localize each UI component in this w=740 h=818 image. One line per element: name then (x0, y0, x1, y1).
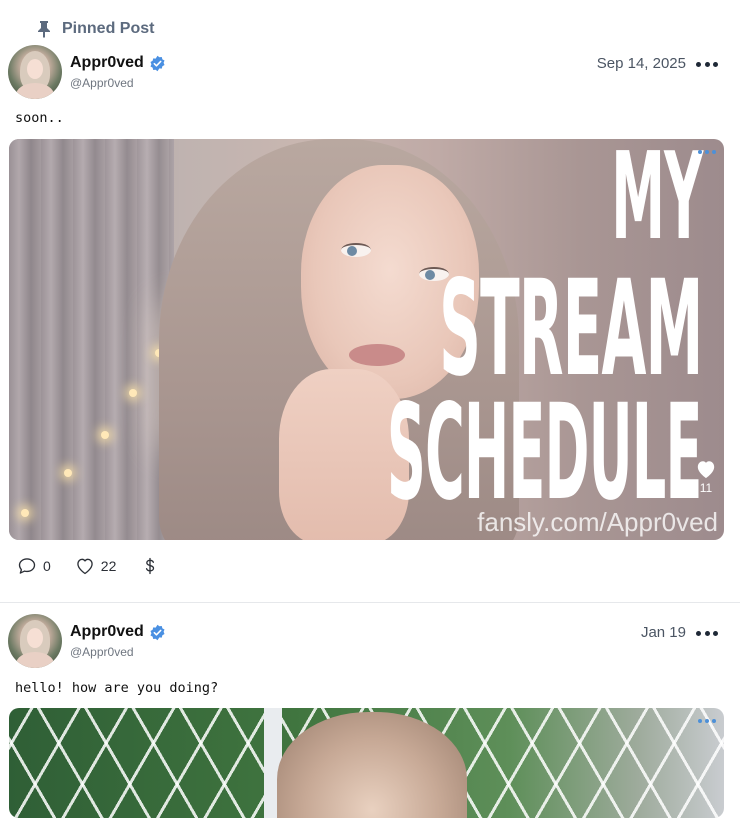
post-actions: 0 22 (17, 555, 184, 577)
verified-badge-icon (150, 624, 165, 640)
pin-icon (38, 21, 50, 38)
dollar-icon (146, 557, 155, 575)
comment-count: 0 (43, 558, 51, 574)
overlay-title-line-1: MY (610, 139, 703, 267)
post-text: soon.. (15, 110, 64, 126)
post-date[interactable]: Sep 14, 2025 (597, 55, 686, 72)
post-header: Appr0ved @Appr0ved Jan 19 (8, 614, 722, 670)
avatar[interactable] (8, 45, 62, 99)
author-name-row[interactable]: Appr0ved (70, 623, 166, 641)
post-media-image[interactable]: MY STREAM SCHEDULE fansly.com/Appr0ved 1… (9, 139, 724, 540)
media-options-icon[interactable] (698, 149, 716, 155)
more-options-icon[interactable] (696, 55, 718, 73)
pinned-post-text: Pinned Post (62, 20, 155, 37)
post-divider (0, 602, 740, 603)
media-watermark: fansly.com/Appr0ved (477, 507, 718, 537)
overlay-title-line-3: SCHEDULE (387, 376, 703, 530)
comment-icon (18, 558, 36, 574)
author-handle[interactable]: @Appr0ved (70, 76, 134, 90)
verified-badge-icon (150, 55, 165, 71)
more-options-icon[interactable] (696, 624, 718, 642)
media-like-count: 11 (699, 481, 713, 495)
post-date[interactable]: Jan 19 (641, 624, 686, 641)
author-name[interactable]: Appr0ved (70, 623, 144, 641)
post-text: hello! how are you doing? (15, 680, 219, 696)
curtain-background (9, 139, 174, 540)
post-header: Appr0ved @Appr0ved Sep 14, 2025 (8, 45, 722, 101)
like-count: 22 (100, 558, 117, 574)
like-button[interactable]: 22 (75, 556, 117, 576)
post-media-image[interactable] (9, 708, 724, 818)
overlay-title-line-2: STREAM (438, 252, 703, 406)
avatar[interactable] (8, 614, 62, 668)
heart-filled-icon (697, 461, 715, 479)
comment-button[interactable]: 0 (17, 556, 51, 576)
tip-button[interactable] (140, 556, 160, 576)
heart-icon (77, 558, 93, 575)
author-name[interactable]: Appr0ved (70, 54, 144, 72)
media-like-button[interactable]: 11 (694, 459, 718, 495)
author-handle[interactable]: @Appr0ved (70, 645, 134, 659)
person-lips (349, 344, 405, 366)
media-options-icon[interactable] (698, 718, 716, 724)
pinned-post-label: Pinned Post (36, 18, 154, 40)
author-name-row[interactable]: Appr0ved (70, 54, 166, 72)
